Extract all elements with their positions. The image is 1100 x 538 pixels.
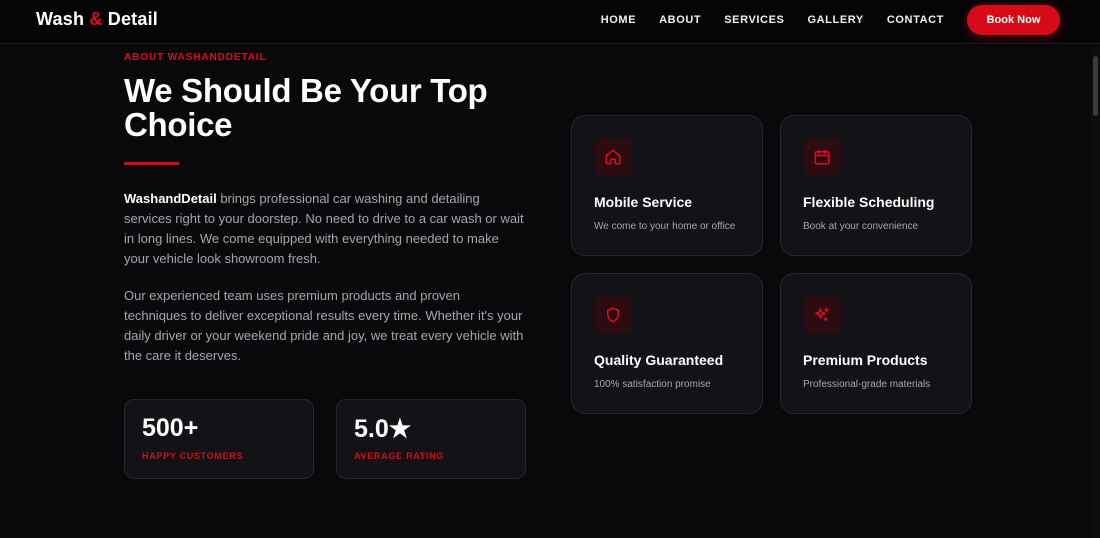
about-paragraph-2: Our experienced team uses premium produc… <box>124 288 524 363</box>
stat-card-customers: 500+ HAPPY CUSTOMERS <box>124 399 314 479</box>
stat-value: 500+ <box>142 414 199 442</box>
feature-title: Flexible Scheduling <box>803 194 935 210</box>
brand-name: WashandDetail <box>124 191 217 206</box>
feature-title: Quality Guaranteed <box>594 352 724 368</box>
logo-ampersand: & <box>89 9 103 29</box>
nav-links: HOME ABOUT SERVICES GALLERY CONTACT Book… <box>601 5 1060 35</box>
section-title: We Should Be Your Top Choice <box>124 72 488 143</box>
feature-description: Book at your convenience <box>803 221 919 232</box>
logo-word-wash: Wash <box>36 9 85 29</box>
about-paragraph-1: WashandDetail brings professional car wa… <box>124 189 524 269</box>
feature-description: We come to your home or office <box>594 221 736 232</box>
nav-link-about[interactable]: ABOUT <box>659 14 701 26</box>
stat-label: HAPPY CUSTOMERS <box>142 451 244 461</box>
home-icon <box>594 138 632 176</box>
feature-title: Premium Products <box>803 352 928 368</box>
book-now-button[interactable]: Book Now <box>967 5 1060 35</box>
stat-label: AVERAGE RATING <box>354 451 444 461</box>
nav-link-contact[interactable]: CONTACT <box>887 14 944 26</box>
feature-description: 100% satisfaction promise <box>594 379 711 390</box>
stat-value: 5.0★ <box>354 415 412 443</box>
top-navbar: Wash & Detail HOME ABOUT SERVICES GALLER… <box>0 0 1100 44</box>
title-divider <box>124 162 179 165</box>
scrollbar-thumb[interactable] <box>1093 56 1098 116</box>
feature-description: Professional-grade materials <box>803 379 931 390</box>
nav-link-home[interactable]: HOME <box>601 14 636 26</box>
feature-card-premium-products: Premium Products Professional-grade mate… <box>780 273 972 414</box>
feature-card-quality-guaranteed: Quality Guaranteed 100% satisfaction pro… <box>571 273 763 414</box>
nav-link-services[interactable]: SERVICES <box>724 14 784 26</box>
feature-card-mobile-service: Mobile Service We come to your home or o… <box>571 115 763 256</box>
page-scrollbar[interactable] <box>1091 44 1100 538</box>
calendar-icon <box>803 138 841 176</box>
sparkles-icon <box>803 296 841 334</box>
feature-title: Mobile Service <box>594 194 693 210</box>
section-eyebrow: ABOUT WASHANDDETAIL <box>124 52 267 63</box>
shield-icon <box>594 296 632 334</box>
feature-card-flexible-scheduling: Flexible Scheduling Book at your conveni… <box>780 115 972 256</box>
site-logo[interactable]: Wash & Detail <box>36 9 158 30</box>
nav-link-gallery[interactable]: GALLERY <box>807 14 863 26</box>
stat-card-rating: 5.0★ AVERAGE RATING <box>336 399 526 479</box>
logo-word-detail: Detail <box>107 9 158 29</box>
